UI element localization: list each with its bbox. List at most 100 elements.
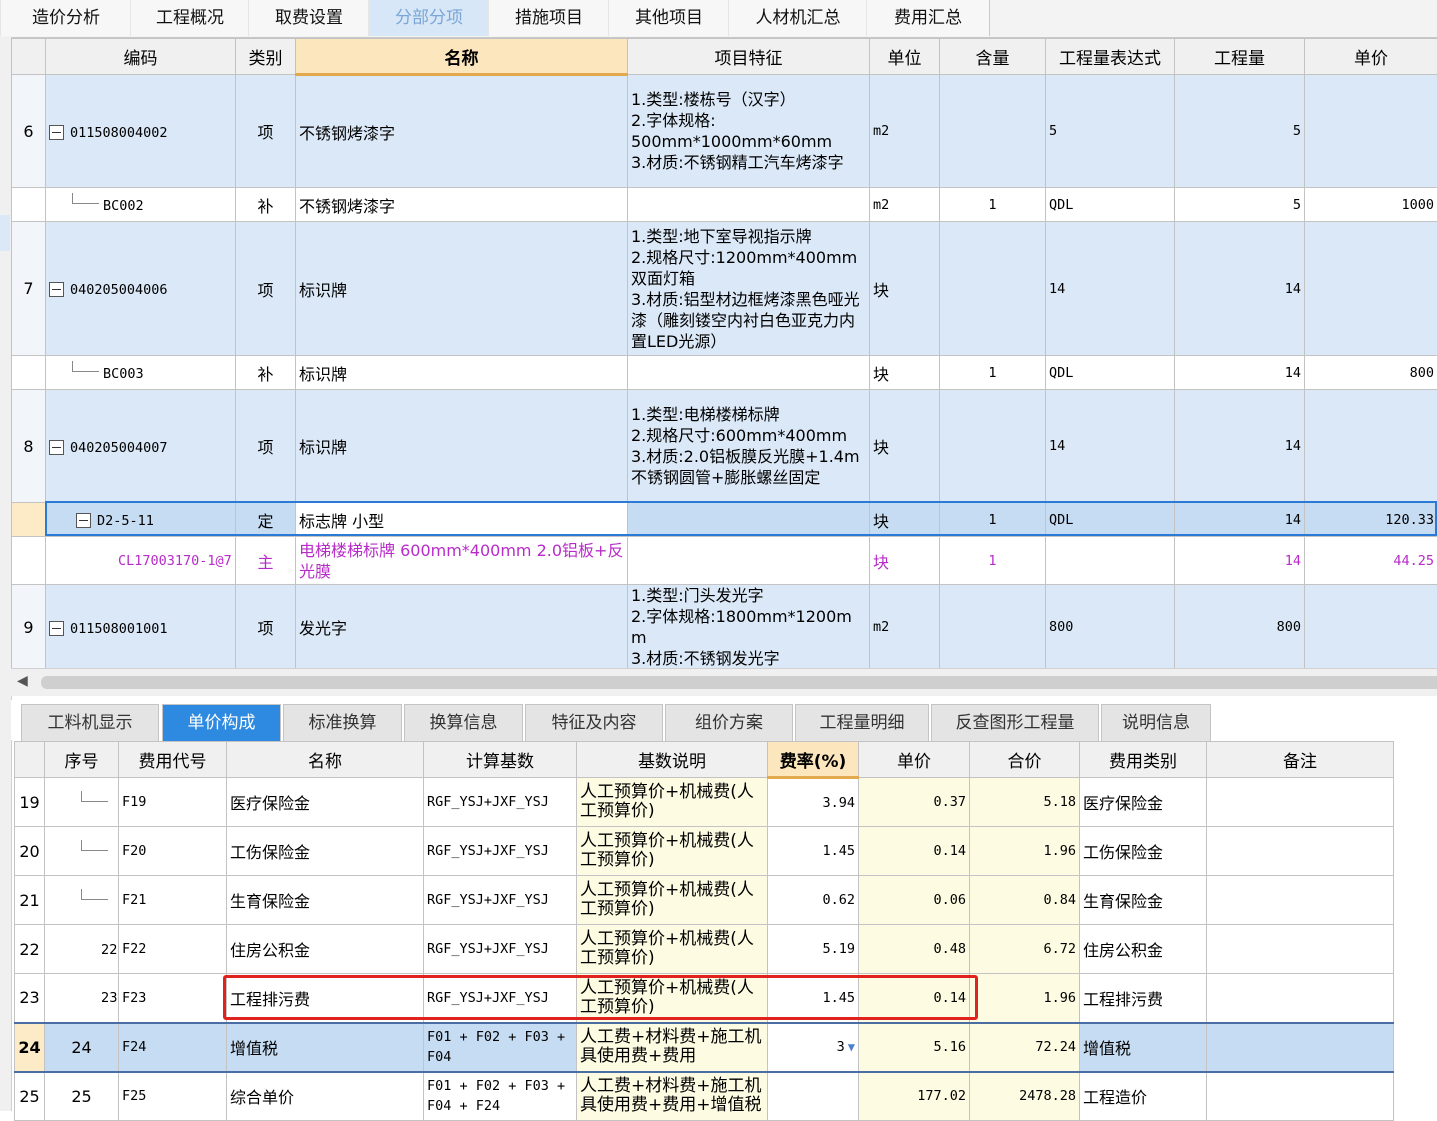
header-note[interactable]: 备注 [1207, 742, 1394, 778]
tab-conversion-info[interactable]: 换算信息 [404, 704, 523, 741]
name-cell[interactable]: 综合单价 [227, 1072, 424, 1121]
quantity-cell[interactable]: 14 [1175, 390, 1305, 503]
name-cell[interactable]: 不锈钢烤漆字 [296, 188, 628, 222]
rate-cell[interactable] [768, 1072, 859, 1121]
unit-cell[interactable]: 块 [870, 356, 940, 390]
table-row-selected[interactable]: D2-5-11 定 标志牌 小型 块 1 QDL 14 120.33 [12, 503, 1437, 537]
unit-price-cell[interactable]: 0.14 [859, 974, 970, 1023]
header-total[interactable]: 合价 [970, 742, 1080, 778]
expression-cell[interactable]: 5 [1046, 75, 1175, 188]
unit-price-cell[interactable]: 177.02 [859, 1072, 970, 1121]
calc-base-cell[interactable]: RGF_YSJ+JXF_YSJ [424, 876, 577, 925]
fee-code-cell[interactable]: F19 [119, 778, 227, 827]
base-desc-cell[interactable]: 人工预算价+机械费(人工预算价) [577, 827, 768, 876]
expression-cell[interactable]: 800 [1046, 585, 1175, 670]
unit-price-cell[interactable]: 0.06 [859, 876, 970, 925]
feature-cell[interactable] [628, 537, 870, 585]
fee-code-cell[interactable]: F20 [119, 827, 227, 876]
rate-input[interactable]: 3▼ [768, 1023, 859, 1072]
scrollbar-thumb[interactable] [41, 676, 1437, 689]
fee-code-cell[interactable]: F23 [119, 974, 227, 1023]
fee-category-cell[interactable]: 医疗保险金 [1080, 778, 1207, 827]
tab-features-content[interactable]: 特征及内容 [525, 704, 663, 741]
note-cell[interactable] [1207, 974, 1394, 1023]
header-fee-code[interactable]: 费用代号 [119, 742, 227, 778]
name-cell-editing[interactable]: 标志牌 小型 [296, 503, 628, 537]
table-row-focused[interactable]: 2424F24增值税F01 + F02 + F03 + F04人工费+材料费+施… [15, 1023, 1394, 1072]
total-cell[interactable]: 6.72 [970, 925, 1080, 974]
name-cell[interactable]: 医疗保险金 [227, 778, 424, 827]
type-cell[interactable]: 补 [236, 188, 296, 222]
code-cell[interactable]: BC002 [46, 188, 236, 222]
base-desc-cell[interactable]: 人工预算价+机械费(人工预算价) [577, 778, 768, 827]
fee-code-cell[interactable]: F21 [119, 876, 227, 925]
price-cell[interactable]: 120.33 [1305, 503, 1437, 537]
collapse-icon[interactable] [49, 125, 64, 140]
seq-cell[interactable] [45, 876, 119, 925]
base-desc-cell[interactable]: 人工预算价+机械费(人工预算价) [577, 925, 768, 974]
header-calc-base[interactable]: 计算基数 [424, 742, 577, 778]
unit-cell[interactable]: m2 [870, 188, 940, 222]
fee-category-cell[interactable]: 生育保险金 [1080, 876, 1207, 925]
seq-cell[interactable] [45, 827, 119, 876]
unit-cell[interactable]: m2 [870, 75, 940, 188]
seq-cell[interactable]: 25 [45, 1072, 119, 1121]
base-desc-cell[interactable]: 人工预算价+机械费(人工预算价) [577, 974, 768, 1023]
table-row[interactable]: 8 040205004007 项 标识牌 1.类型:电梯楼梯标牌 2.规格尺寸:… [12, 390, 1437, 503]
header-quantity[interactable]: 工程量 [1175, 39, 1305, 75]
unit-cell[interactable]: 块 [870, 537, 940, 585]
unit-price-cell[interactable]: 0.48 [859, 925, 970, 974]
name-cell[interactable]: 工伤保险金 [227, 827, 424, 876]
tab-quantity-details[interactable]: 工程量明细 [795, 704, 929, 741]
header-name[interactable]: 名称 [296, 39, 628, 75]
horizontal-scrollbar[interactable]: ◀ [11, 668, 1437, 696]
seq-cell[interactable]: 23 [45, 974, 119, 1023]
tab-cost-analysis[interactable]: 造价分析 [0, 0, 132, 36]
price-cell[interactable] [1305, 222, 1437, 356]
table-row[interactable]: CL17003170-1@7 主 电梯楼梯标牌 600mm*400mm 2.0铝… [12, 537, 1437, 585]
expression-cell[interactable]: QDL [1046, 356, 1175, 390]
rate-cell[interactable]: 1.45 [768, 974, 859, 1023]
fee-category-cell[interactable]: 工程排污费 [1080, 974, 1207, 1023]
collapse-icon[interactable] [49, 282, 64, 297]
header-fee-category[interactable]: 费用类别 [1080, 742, 1207, 778]
tab-labor-material-summary[interactable]: 人材机汇总 [728, 0, 868, 36]
expression-cell[interactable]: QDL [1046, 188, 1175, 222]
tab-pricing-scheme[interactable]: 组价方案 [665, 704, 793, 741]
header-unit[interactable]: 单位 [870, 39, 940, 75]
seq-cell[interactable]: 24 [45, 1023, 119, 1072]
expression-cell[interactable]: 14 [1046, 222, 1175, 356]
unit-cell[interactable]: 块 [870, 222, 940, 356]
scroll-left-icon[interactable]: ◀ [17, 673, 28, 689]
content-cell[interactable] [940, 75, 1046, 188]
code-cell[interactable]: BC003 [46, 356, 236, 390]
header-rate[interactable]: 费率(%) [768, 742, 859, 778]
collapse-icon[interactable] [76, 513, 91, 528]
type-cell[interactable]: 项 [236, 222, 296, 356]
name-cell[interactable]: 工程排污费 [227, 974, 424, 1023]
code-cell[interactable]: CL17003170-1@7 [46, 537, 236, 585]
name-cell[interactable]: 住房公积金 [227, 925, 424, 974]
content-cell[interactable]: 1 [940, 188, 1046, 222]
unit-price-cell[interactable]: 5.16 [859, 1023, 970, 1072]
total-cell[interactable]: 2478.28 [970, 1072, 1080, 1121]
tab-fee-settings[interactable]: 取费设置 [248, 0, 370, 36]
table-row[interactable]: 2222F22住房公积金RGF_YSJ+JXF_YSJ人工预算价+机械费(人工预… [15, 925, 1394, 974]
quantity-cell[interactable]: 5 [1175, 188, 1305, 222]
seq-cell[interactable] [45, 778, 119, 827]
collapse-icon[interactable] [49, 621, 64, 636]
price-cell[interactable]: 1000 [1305, 188, 1437, 222]
header-unit-price[interactable]: 单价 [859, 742, 970, 778]
name-cell[interactable]: 标识牌 [296, 356, 628, 390]
rate-cell[interactable]: 3.94 [768, 778, 859, 827]
calc-base-cell[interactable]: RGF_YSJ+JXF_YSJ [424, 974, 577, 1023]
header-feature[interactable]: 项目特征 [628, 39, 870, 75]
tab-standard-conversion[interactable]: 标准换算 [283, 704, 402, 741]
table-row[interactable]: 2525F25综合单价F01 + F02 + F03 + F04 + F24人工… [15, 1072, 1394, 1121]
content-cell[interactable]: 1 [940, 537, 1046, 585]
header-content[interactable]: 含量 [940, 39, 1046, 75]
header-expression[interactable]: 工程量表达式 [1046, 39, 1175, 75]
content-cell[interactable]: 1 [940, 356, 1046, 390]
unit-cell[interactable]: m2 [870, 585, 940, 670]
total-cell[interactable]: 72.24 [970, 1023, 1080, 1072]
